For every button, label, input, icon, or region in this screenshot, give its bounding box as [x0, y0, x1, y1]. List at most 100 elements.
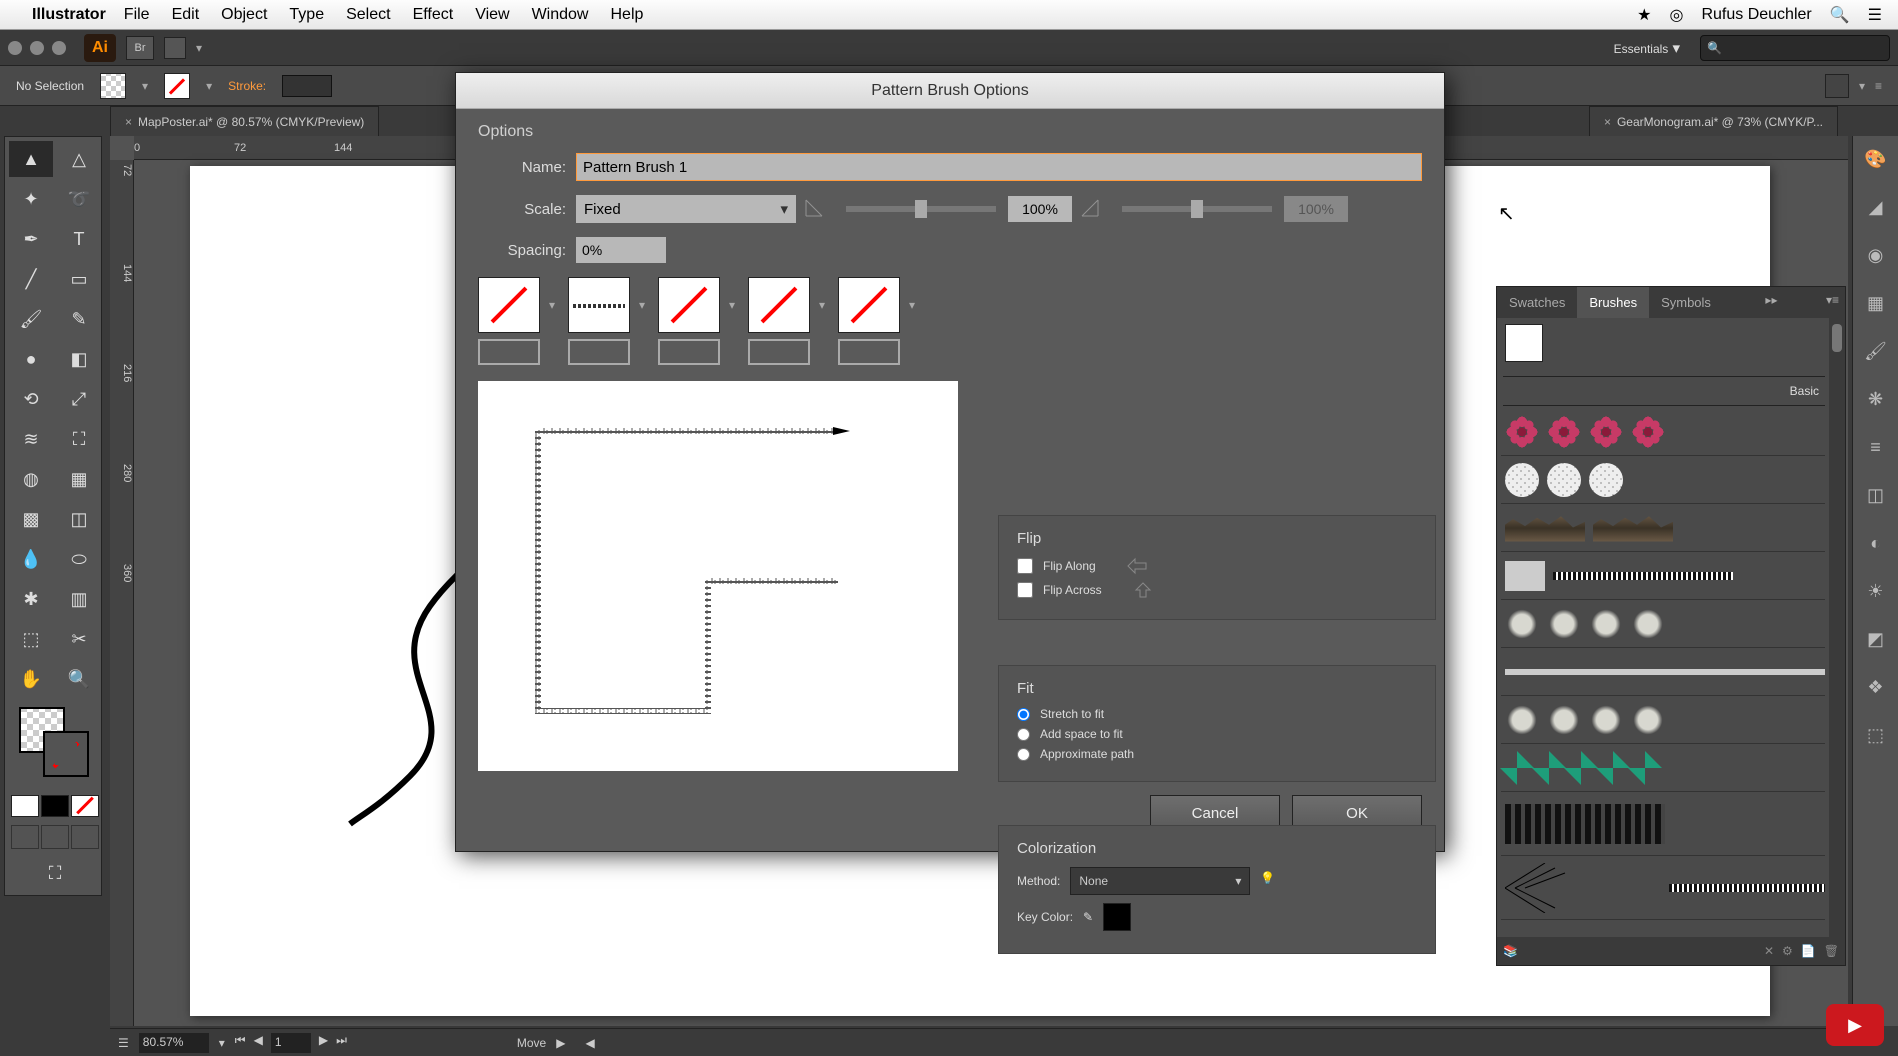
column-graph-tool-icon[interactable]: ▥ — [57, 581, 101, 617]
artboard-tool-icon[interactable]: ⬚ — [9, 621, 53, 657]
panel-expand-icon[interactable]: ▸▸ — [1759, 287, 1783, 318]
brushes-list[interactable]: Basic — [1497, 318, 1845, 937]
menu-help[interactable]: Help — [610, 6, 643, 24]
close-icon[interactable]: × — [125, 115, 132, 129]
panel-tab-swatches[interactable]: Swatches — [1497, 287, 1577, 318]
screen-mode-icon[interactable]: ⛶ — [9, 855, 101, 891]
search-input[interactable]: 🔍 — [1700, 35, 1890, 61]
color-guide-panel-icon[interactable]: ◢ — [1861, 192, 1891, 222]
close-icon[interactable]: × — [1604, 115, 1611, 129]
chevron-down-icon[interactable]: ▾ — [819, 298, 825, 312]
mesh-tool-icon[interactable]: ▩ — [9, 501, 53, 537]
cc-icon[interactable]: ◎ — [1669, 5, 1683, 25]
rotate-tool-icon[interactable]: ⟲ — [9, 381, 53, 417]
symbols-panel-icon[interactable]: ❋ — [1861, 384, 1891, 414]
kuler-panel-icon[interactable]: ◉ — [1861, 240, 1891, 270]
prev-artboard-icon[interactable]: ◀ — [254, 1033, 263, 1053]
document-tab-2[interactable]: ×GearMonogram.ai* @ 73% (CMYK/P... — [1589, 106, 1838, 136]
window-controls[interactable] — [8, 41, 66, 55]
zoom-dropdown-icon[interactable]: ▾ — [219, 1036, 225, 1050]
menu-effect[interactable]: Effect — [413, 6, 454, 24]
swatches-panel-icon[interactable]: ▦ — [1861, 288, 1891, 318]
chevron-down-icon[interactable]: ▾ — [909, 298, 915, 312]
zoom-field[interactable]: 80.57% — [139, 1033, 209, 1053]
chevron-down-icon[interactable]: ▾ — [729, 298, 735, 312]
blend-tool-icon[interactable]: ⬭ — [57, 541, 101, 577]
brush-preview-slot[interactable] — [1505, 324, 1543, 362]
scale-slider-2[interactable] — [1122, 206, 1272, 212]
fill-stroke-indicator[interactable] — [9, 701, 101, 789]
youtube-subscribe-badge[interactable]: ▶ — [1826, 1004, 1884, 1046]
brush-row[interactable] — [1501, 552, 1825, 600]
scrollbar[interactable] — [1829, 318, 1845, 937]
eyedropper-tool-icon[interactable]: 💧 — [9, 541, 53, 577]
delete-brush-icon[interactable]: 🗑 — [1824, 944, 1839, 958]
brush-row[interactable] — [1501, 696, 1825, 744]
artboard-number-field[interactable]: 1 — [271, 1033, 311, 1053]
eraser-tool-icon[interactable]: ◧ — [57, 341, 101, 377]
menu-type[interactable]: Type — [289, 6, 324, 24]
align-pixel-icon[interactable] — [1825, 74, 1849, 98]
perspective-grid-tool-icon[interactable]: ▦ — [57, 461, 101, 497]
slice-tool-icon[interactable]: ✂ — [57, 621, 101, 657]
menu-file[interactable]: File — [124, 6, 150, 24]
inner-corner-tile-button[interactable]: ▾ — [658, 277, 720, 333]
notifications-icon[interactable]: ☰ — [1868, 5, 1882, 25]
brush-libraries-icon[interactable]: 📚 — [1503, 944, 1518, 958]
last-artboard-icon[interactable]: ⏭ — [336, 1033, 347, 1053]
flip-across-checkbox[interactable] — [1017, 582, 1033, 598]
scale-tool-icon[interactable]: ⤢ — [57, 381, 101, 417]
chevron-down-icon[interactable]: ▾ — [639, 298, 645, 312]
menu-view[interactable]: View — [475, 6, 509, 24]
arrange-documents-icon[interactable] — [164, 37, 186, 59]
menu-edit[interactable]: Edit — [172, 6, 200, 24]
appearance-panel-icon[interactable]: ☀ — [1861, 576, 1891, 606]
brush-basic[interactable]: Basic — [1503, 376, 1825, 406]
key-color-swatch[interactable] — [1103, 903, 1131, 931]
free-transform-tool-icon[interactable]: ⛶ — [57, 421, 101, 457]
stroke-panel-icon[interactable]: ≡ — [1861, 432, 1891, 462]
workspace-switcher[interactable]: Essentials ▾ — [1604, 35, 1690, 61]
side-tile-button[interactable]: ▾ — [478, 277, 540, 333]
zoom-menu-icon[interactable]: ☰ — [118, 1036, 129, 1050]
draw-behind-icon[interactable] — [41, 825, 69, 849]
menu-window[interactable]: Window — [532, 6, 589, 24]
flip-along-checkbox[interactable] — [1017, 558, 1033, 574]
end-tile-button[interactable]: ▾ — [838, 277, 900, 333]
gradient-panel-icon[interactable]: ◫ — [1861, 480, 1891, 510]
pencil-tool-icon[interactable]: ✎ — [57, 301, 101, 337]
draw-normal-icon[interactable] — [11, 825, 39, 849]
scale-slider[interactable] — [846, 206, 996, 212]
brushes-panel-icon[interactable]: 🖌 — [1861, 336, 1891, 366]
fit-addspace-radio[interactable] — [1017, 728, 1030, 741]
scale-mode-dropdown[interactable]: Fixed — [576, 195, 796, 223]
name-input[interactable] — [576, 153, 1422, 181]
next-artboard-icon[interactable]: ▶ — [319, 1033, 328, 1053]
direct-selection-tool-icon[interactable]: △ — [57, 141, 101, 177]
rectangle-tool-icon[interactable]: ▭ — [57, 261, 101, 297]
new-brush-icon[interactable]: 📄 — [1801, 944, 1816, 958]
paintbrush-tool-icon[interactable]: 🖌 — [9, 301, 53, 337]
outer-corner-tile-button[interactable]: ▾ — [568, 277, 630, 333]
panel-tab-brushes[interactable]: Brushes — [1577, 287, 1649, 318]
user-name[interactable]: Rufus Deuchler — [1701, 6, 1811, 24]
stroke-dropdown-icon[interactable]: ▾ — [206, 79, 212, 93]
brush-row[interactable] — [1501, 648, 1825, 696]
artboards-panel-icon[interactable]: ⬚ — [1861, 720, 1891, 750]
magic-wand-tool-icon[interactable]: ✦ — [9, 181, 53, 217]
selection-tool-icon[interactable]: ▲ — [9, 141, 53, 177]
eyedropper-icon[interactable]: ✎ — [1083, 910, 1093, 924]
layers-panel-icon[interactable]: ❖ — [1861, 672, 1891, 702]
menu-object[interactable]: Object — [221, 6, 267, 24]
pen-tool-icon[interactable]: ✒ — [9, 221, 53, 257]
bridge-icon[interactable]: Br — [126, 36, 154, 60]
hand-tool-icon[interactable]: ✋ — [9, 661, 53, 697]
ai-home-icon[interactable]: Ai — [84, 34, 116, 62]
gradient-tool-icon[interactable]: ◫ — [57, 501, 101, 537]
start-tile-button[interactable]: ▾ — [748, 277, 810, 333]
type-tool-icon[interactable]: T — [57, 221, 101, 257]
graphic-styles-panel-icon[interactable]: ◩ — [1861, 624, 1891, 654]
remove-brush-stroke-icon[interactable]: ✕ — [1764, 944, 1774, 958]
line-tool-icon[interactable]: ╱ — [9, 261, 53, 297]
brush-row[interactable] — [1501, 408, 1825, 456]
